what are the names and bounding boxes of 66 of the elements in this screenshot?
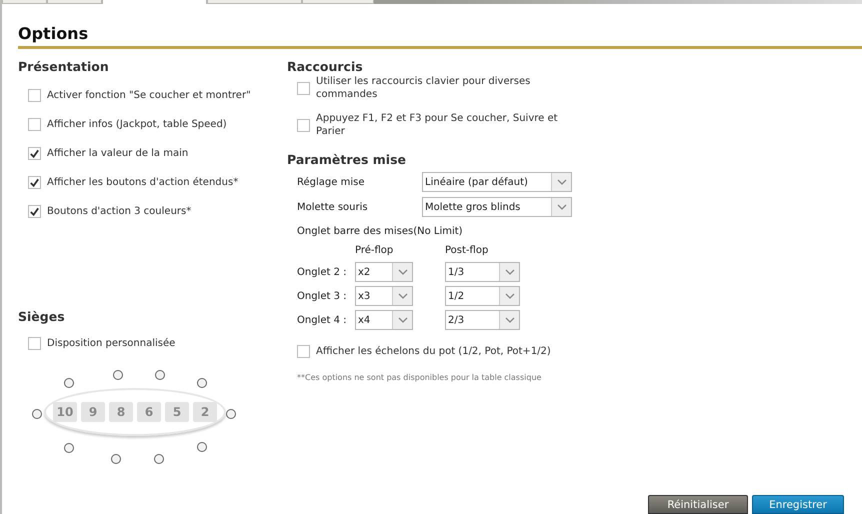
seat-radio[interactable] xyxy=(197,442,207,452)
seat-radio[interactable] xyxy=(197,378,207,388)
seat-radio[interactable] xyxy=(64,443,74,453)
row-label: Onglet 3 : xyxy=(297,290,348,302)
chevron-down-icon xyxy=(398,317,408,323)
dropdown[interactable]: 1/3 xyxy=(445,262,520,282)
checkbox-label: Afficher infos (Jackpot, table Speed) xyxy=(47,119,227,130)
checkbox[interactable] xyxy=(297,82,310,94)
seat-number: 9 xyxy=(81,402,105,422)
checkbox-label: Afficher les boutons d'action étendus* xyxy=(47,177,238,188)
chevron-down-icon xyxy=(504,317,514,323)
checkbox[interactable] xyxy=(28,176,41,189)
chevron-down-icon xyxy=(556,179,566,185)
page-title: Options xyxy=(18,24,862,49)
reset-button[interactable]: Réinitialiser xyxy=(648,495,748,514)
footnote: **Ces options ne sont pas disponibles pour la table classique xyxy=(297,373,542,382)
section-heading: Sièges xyxy=(18,309,66,324)
dropdown[interactable]: 2/3 xyxy=(445,310,520,330)
dropdown[interactable]: x4 xyxy=(355,310,413,330)
field-label: Réglage mise xyxy=(297,176,366,188)
dropdown[interactable]: x3 xyxy=(355,286,413,306)
subheading: Onglet barre des mises(No Limit) xyxy=(297,226,464,237)
checkbox[interactable] xyxy=(28,118,41,131)
checkbox[interactable] xyxy=(28,147,41,160)
dropdown[interactable]: Linéaire (par défaut) xyxy=(422,172,572,192)
save-button[interactable]: Enregistrer xyxy=(752,495,844,514)
dropdown[interactable]: x2 xyxy=(355,262,413,282)
seat-radio[interactable] xyxy=(113,370,123,380)
checkbox[interactable] xyxy=(28,337,41,350)
seat-radio[interactable] xyxy=(154,454,164,464)
checkbox-label: Afficher les échelons du pot (1/2, Pot, Pot+1/2) xyxy=(316,346,551,357)
seat-number: 10 xyxy=(53,402,77,422)
seat-number: 8 xyxy=(109,402,133,422)
checkbox-label: Appuyez F1, F2 et F3 pour Se coucher, Suivre et Parier xyxy=(316,112,559,138)
seat-number: 5 xyxy=(165,402,189,422)
checkbox-label: Activer fonction "Se coucher et montrer" xyxy=(47,90,251,101)
checkbox-label: Boutons d'action 3 couleurs* xyxy=(47,206,192,217)
dropdown[interactable]: 1/2 xyxy=(445,286,520,306)
seat-radio[interactable] xyxy=(32,409,42,419)
seat-radio[interactable] xyxy=(64,378,74,388)
field-label: Molette souris xyxy=(297,202,369,212)
checkbox[interactable] xyxy=(297,345,310,358)
section-heading: Raccourcis xyxy=(287,59,364,74)
row-label: Onglet 4 : xyxy=(297,314,348,326)
checkbox-label: Utiliser les raccourcis clavier pour diverses commandes xyxy=(316,75,532,101)
checkbox-label: Afficher la valeur de la main xyxy=(47,148,188,159)
chevron-down-icon xyxy=(504,293,514,299)
seat-radio[interactable] xyxy=(226,409,236,419)
chevron-down-icon xyxy=(398,293,408,299)
checkbox[interactable] xyxy=(28,89,41,102)
dropdown[interactable]: Molette gros blinds xyxy=(422,197,572,217)
chevron-down-icon xyxy=(398,269,408,275)
column-header: Post-flop xyxy=(445,245,490,256)
section-heading: Paramètres mise xyxy=(287,152,408,167)
checkbox[interactable] xyxy=(28,205,41,218)
checkbox-label: Disposition personnalisée xyxy=(47,338,176,349)
checkbox[interactable] xyxy=(297,118,310,132)
row-label: Onglet 2 : xyxy=(297,266,348,278)
chevron-down-icon xyxy=(504,269,514,275)
seat-number: 6 xyxy=(137,402,161,422)
section-heading: Présentation xyxy=(18,59,110,74)
column-header: Pré-flop xyxy=(355,245,394,256)
seat-radio[interactable] xyxy=(155,370,165,380)
seat-number: 2 xyxy=(193,402,217,422)
seat-radio[interactable] xyxy=(111,454,121,464)
chevron-down-icon xyxy=(556,204,566,210)
